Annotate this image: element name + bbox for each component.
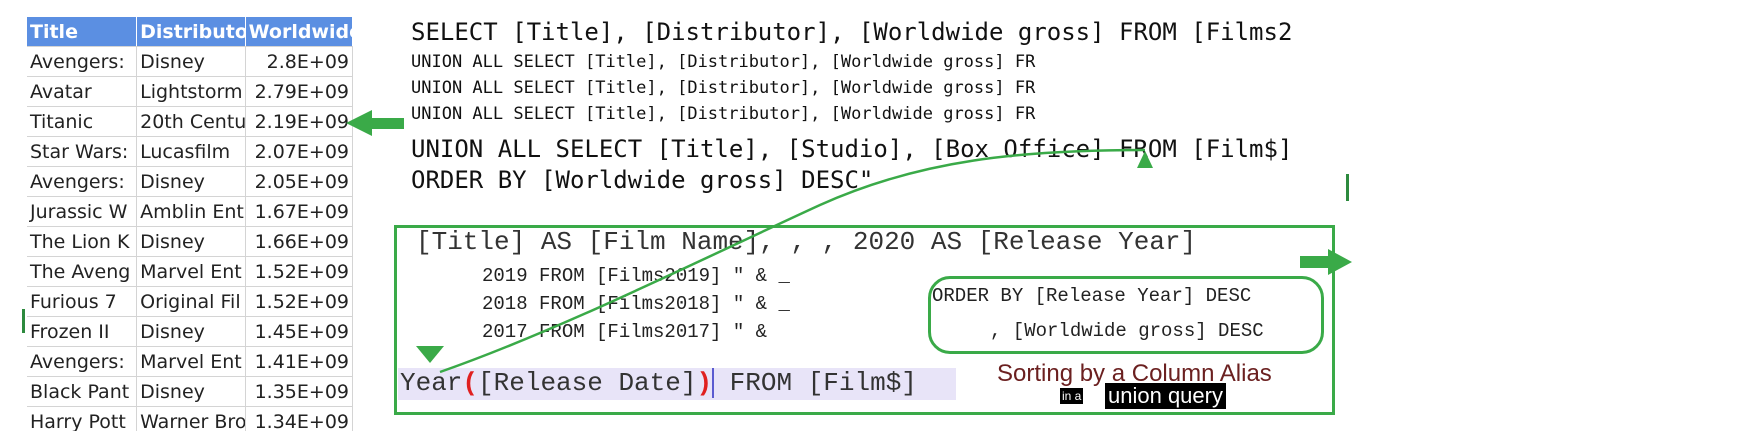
arrow-right-icon bbox=[1300, 249, 1352, 275]
arrow-left-icon bbox=[346, 110, 404, 136]
arrow-up-icon bbox=[1137, 151, 1153, 168]
arrow-down-icon bbox=[416, 346, 444, 363]
annotation-arrows bbox=[346, 110, 1352, 374]
connector-curve bbox=[439, 148, 1146, 374]
